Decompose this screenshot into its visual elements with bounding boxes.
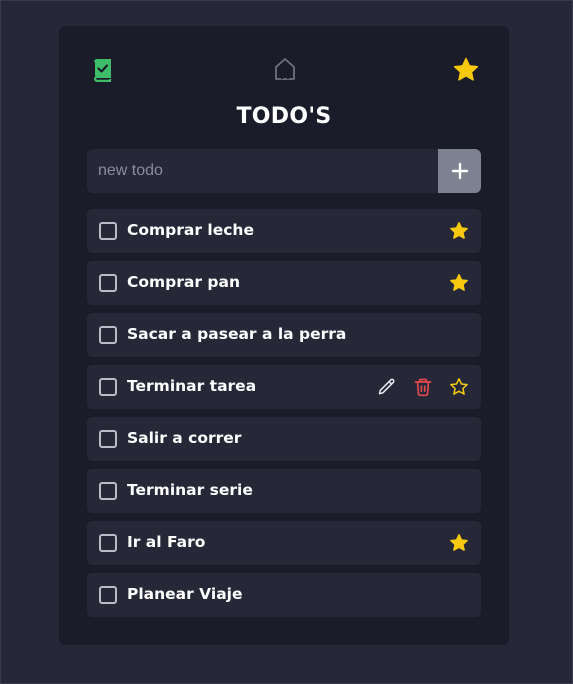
todo-checkbox[interactable] <box>99 534 117 552</box>
todo-item[interactable]: Comprar leche <box>87 209 481 253</box>
book-check-icon[interactable] <box>92 59 114 83</box>
todo-item[interactable]: Planear Viaje <box>87 573 481 617</box>
todo-label: Planear Viaje <box>127 585 243 603</box>
todo-label: Terminar tarea <box>127 377 257 395</box>
todo-label: Comprar pan <box>127 273 241 291</box>
star-outline-icon[interactable] <box>449 377 469 397</box>
todo-item[interactable]: Salir a correr <box>87 417 481 461</box>
star-filled-icon[interactable] <box>449 533 469 553</box>
todo-label: Terminar serie <box>127 481 253 499</box>
add-todo-button[interactable] <box>438 149 481 193</box>
todo-checkbox[interactable] <box>99 326 117 344</box>
todo-item[interactable]: Terminar serie <box>87 469 481 513</box>
todo-label: Salir a correr <box>127 429 242 447</box>
todo-label: Comprar leche <box>127 221 254 239</box>
todo-checkbox[interactable] <box>99 586 117 604</box>
todo-item[interactable]: Ir al Faro <box>87 521 481 565</box>
todo-label: Sacar a pasear a la perra <box>127 325 347 343</box>
new-todo-input[interactable] <box>87 149 438 193</box>
todo-card: TODO'S Comprar leche Comprar pan Sacar a p… <box>59 26 509 645</box>
todo-checkbox[interactable] <box>99 430 117 448</box>
star-filled-icon[interactable] <box>449 221 469 241</box>
todo-item[interactable]: Sacar a pasear a la perra <box>87 313 481 357</box>
todo-item[interactable]: Terminar tarea <box>87 365 481 409</box>
trash-icon[interactable] <box>413 377 433 397</box>
new-todo-form <box>87 149 481 193</box>
edit-pencil-icon[interactable] <box>377 377 397 397</box>
page-title: TODO'S <box>236 104 332 129</box>
star-filled-icon[interactable] <box>452 56 480 84</box>
todo-label: Ir al Faro <box>127 533 206 551</box>
todo-checkbox[interactable] <box>99 482 117 500</box>
home-icon[interactable] <box>274 57 296 81</box>
todo-checkbox[interactable] <box>99 378 117 396</box>
todo-item[interactable]: Comprar pan <box>87 261 481 305</box>
star-filled-icon[interactable] <box>449 273 469 293</box>
todo-list: Comprar leche Comprar pan Sacar a pasear a… <box>87 209 481 625</box>
todo-checkbox[interactable] <box>99 222 117 240</box>
plus-icon <box>451 162 468 180</box>
todo-checkbox[interactable] <box>99 274 117 292</box>
